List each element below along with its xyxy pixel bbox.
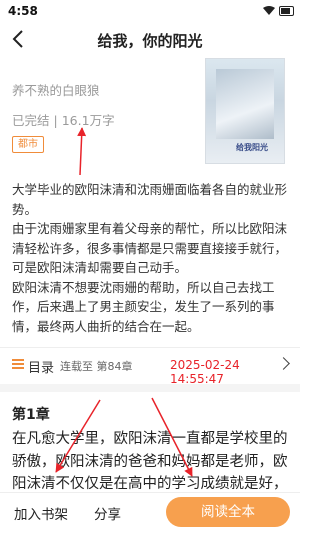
chapter-text: 在凡愈大学里，欧阳沫清一直都是学校里的骄傲，欧阳沫清的爸爸和妈妈都是老师，欧阳沫… <box>12 431 288 492</box>
toc-status: 连载至 第84章 <box>60 360 133 373</box>
category-tag[interactable]: 都市 <box>12 136 44 153</box>
cover-title: 给我阳光 <box>236 143 268 152</box>
share-button[interactable]: 分享 <box>94 503 121 523</box>
table-of-contents-row[interactable]: 目录 连载至 第84章 2025-02-24 14:55:47 <box>12 356 292 386</box>
description-paragraph: 由于沈雨姗家里有着父母亲的帮忙，所以比欧阳沫清轻松许多，很多事情都是只需要直接接… <box>12 221 288 275</box>
list-icon <box>12 359 24 369</box>
book-cover: 给我阳光 <box>205 58 285 164</box>
book-info: 养不熟的白眼狼 <box>12 80 192 99</box>
page-title: 给我，你的阳光 <box>97 32 203 50</box>
bottom-action-bar: 加入书架 分享 阅读全本 <box>0 492 300 533</box>
description-paragraph: 大学毕业的欧阳沫清和沈雨姗面临着各自的就业形势。 <box>12 182 288 217</box>
annotation-arrow <box>77 127 87 176</box>
read-all-button[interactable]: 阅读全本 <box>166 497 290 527</box>
status-bar: 4:58 <box>0 0 300 22</box>
book-description: 大学毕业的欧阳沫清和沈雨姗面临着各自的就业形势。 由于沈雨姗家里有着父母亲的帮忙… <box>12 180 288 336</box>
book-word-count: 16.1万字 <box>61 113 115 128</box>
status-time: 4:58 <box>8 4 38 18</box>
section-divider <box>0 384 300 392</box>
toc-label: 目录 <box>28 361 55 376</box>
chapter-title: 第1章 <box>12 407 50 423</box>
book-status: 已完结 <box>12 113 50 128</box>
add-to-shelf-button[interactable]: 加入书架 <box>14 503 68 523</box>
book-meta: 已完结 | 16.1万字 <box>12 110 115 129</box>
cover-illustration <box>216 69 274 139</box>
book-author[interactable]: 养不熟的白眼狼 <box>12 80 192 99</box>
timestamp-annotation: 2025-02-24 14:55:47 <box>170 358 240 386</box>
description-paragraph: 欧阳沫清不想要沈雨姗的帮助，所以自己去找工作，后来遇上了男主颜安尘，发生了一系列… <box>12 279 275 334</box>
wifi-icon <box>263 6 275 15</box>
meta-separator: | <box>53 113 58 128</box>
top-nav-bar: 给我，你的阳光 <box>0 22 300 56</box>
battery-icon <box>279 6 294 16</box>
divider <box>0 347 300 348</box>
